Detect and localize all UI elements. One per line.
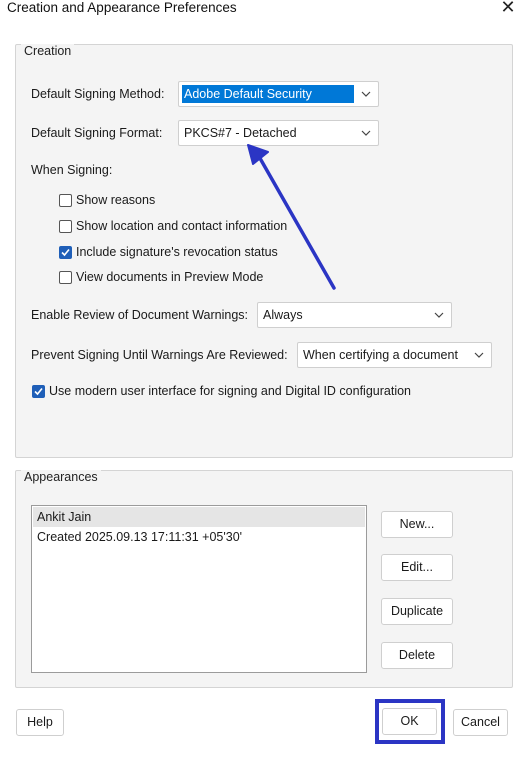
annotation-arrow bbox=[247, 144, 336, 290]
